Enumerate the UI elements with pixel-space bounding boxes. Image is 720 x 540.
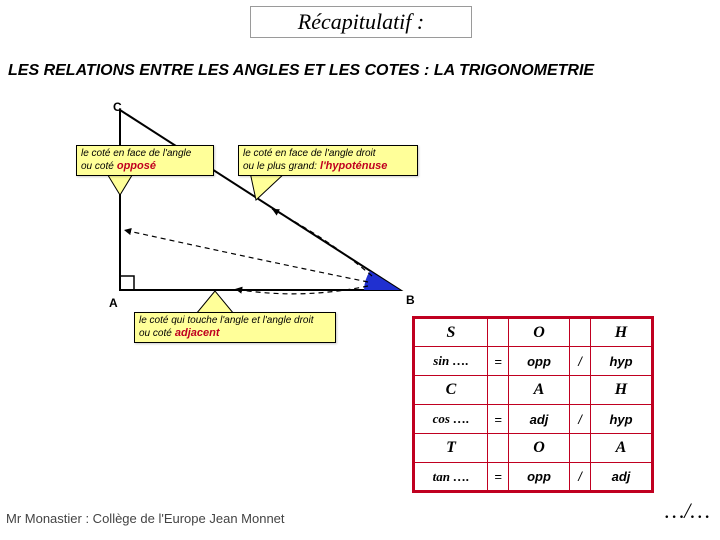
callout-adj-line2: ou coté adjacent [139,327,331,340]
trig-table: S O H sin …. = opp / hyp C A H cos …. = … [412,316,654,493]
table-row: C A H [414,376,653,405]
callout-opp-line1: le coté en face de l'angle [81,148,209,160]
callout-hyp-line1: le coté en face de l'angle droit [243,148,413,160]
table-row: cos …. = adj / hyp [414,405,653,434]
callout-adjacent: le coté qui touche l'angle et l'angle dr… [134,312,336,343]
page-title: Récapitulatif : [298,9,424,34]
vertex-label-a: A [109,296,118,310]
vertex-label-b: B [406,293,415,307]
vertex-label-c: C [113,100,122,114]
subtitle: LES RELATIONS ENTRE LES ANGLES ET LES CO… [8,62,594,80]
table-row: S O H [414,318,653,347]
table-row: sin …. = opp / hyp [414,347,653,376]
callout-opposite: le coté en face de l'angle ou coté oppos… [76,145,214,176]
triangle-diagram [100,100,440,320]
title-box: Récapitulatif : [250,6,472,38]
callout-opp-line2: ou coté opposé [81,160,209,173]
footer-author: Mr Monastier : Collège de l'Europe Jean … [6,511,285,526]
table-row: tan …. = opp / adj [414,463,653,492]
callout-adj-line1: le coté qui touche l'angle et l'angle dr… [139,315,331,327]
table-row: T O A [414,434,653,463]
callout-hypotenuse: le coté en face de l'angle droit ou le p… [238,145,418,176]
callout-hyp-line2: ou le plus grand: l'hypoténuse [243,160,413,173]
footer-pager: …/… [665,498,710,524]
